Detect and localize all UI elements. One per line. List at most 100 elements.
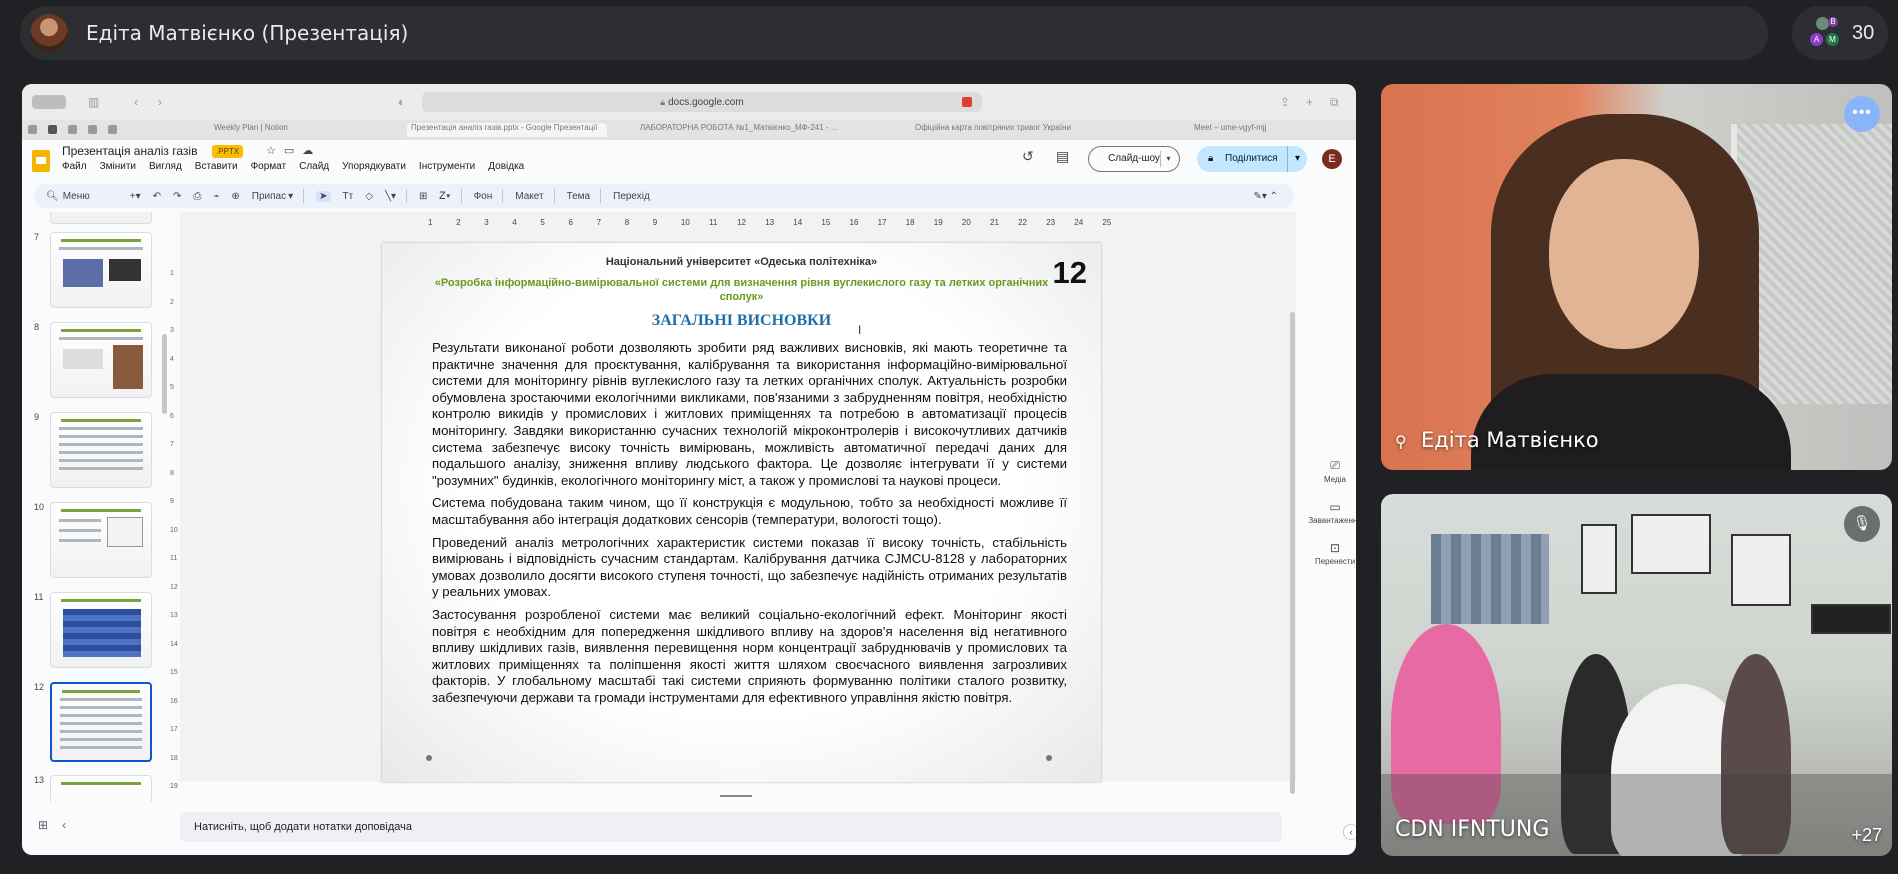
history-icon[interactable]: ↺ xyxy=(1022,148,1034,165)
tab-lab-work[interactable]: ЛАБОРАТОРНА РОБОТА №1_Матвієнко_МФ-241 -… xyxy=(640,123,840,137)
share-icon[interactable]: ⇪ xyxy=(1280,95,1294,109)
pinned-tab-icon[interactable] xyxy=(48,125,57,134)
screen-record-icon[interactable] xyxy=(962,97,972,107)
slide-thumbnail-row-selected[interactable]: 12 xyxy=(22,682,162,762)
pinned-tab-icon[interactable] xyxy=(68,125,77,134)
current-slide[interactable]: Національний університет «Одеська політе… xyxy=(382,243,1101,782)
sidebar-icon[interactable]: ▥ xyxy=(88,95,102,109)
ruler-tick-label: 14 xyxy=(793,218,803,227)
menu-tools[interactable]: Інструменти xyxy=(419,161,475,172)
pinned-tab-icon[interactable] xyxy=(28,125,37,134)
filmstrip-scrollbar[interactable] xyxy=(162,334,167,414)
slide-thumbnail-row[interactable]: 13 xyxy=(22,775,162,802)
notes-resize-handle[interactable] xyxy=(720,795,752,797)
slide-thumbnail[interactable] xyxy=(50,322,152,398)
address-bar[interactable]: 🔒︎ docs.google.com xyxy=(422,92,982,112)
tab-overview-icon[interactable]: ⧉ xyxy=(1330,95,1344,109)
ruler-tick-label: 16 xyxy=(849,218,859,227)
slides-logo-icon[interactable] xyxy=(32,150,50,172)
background-button[interactable]: Фон xyxy=(474,191,493,202)
cloud-icon[interactable]: ☁ xyxy=(302,145,321,157)
slide-thumbnail[interactable] xyxy=(50,412,152,488)
print-icon[interactable]: ⎙ xyxy=(193,191,201,202)
share-button[interactable]: 🔒︎ Поділитися ▾ xyxy=(1197,146,1307,172)
media-button[interactable]: ⎚ Медіа xyxy=(1307,458,1356,484)
text-box-icon[interactable]: Tт xyxy=(343,191,354,202)
layout-button[interactable]: Макет xyxy=(515,191,543,202)
fit-dropdown-icon[interactable]: ▾ xyxy=(288,191,293,202)
folder-icon[interactable]: ▭ xyxy=(284,145,302,157)
tab-notion[interactable]: Weekly Plan | Notion xyxy=(214,123,334,137)
tab-slides[interactable]: Презентація аналіз газів.pptx - Google П… xyxy=(407,123,607,137)
slide-thumbnail-row[interactable]: 10 xyxy=(22,502,162,582)
theme-button[interactable]: Тема xyxy=(567,191,591,202)
line-icon[interactable]: ╲▾ xyxy=(385,191,396,202)
tab-air-raid-map[interactable]: Офіційна карта повітряних тривог України xyxy=(915,123,1115,137)
redo-icon[interactable]: ↷ xyxy=(173,191,181,202)
ruler-tick-label: 9 xyxy=(652,218,658,227)
slide-thumbnail-row[interactable]: 11 xyxy=(22,592,162,672)
account-avatar[interactable]: E xyxy=(1322,149,1342,169)
collapse-filmstrip-icon[interactable]: ‹ xyxy=(62,818,80,832)
undo-icon[interactable]: ↶ xyxy=(153,191,161,202)
menu-format[interactable]: Формат xyxy=(251,161,287,172)
forward-icon[interactable]: › xyxy=(158,95,172,109)
canvas-scrollbar[interactable] xyxy=(1290,312,1295,794)
side-panel: ⎚ Медіа ▭ Завантаження ⊡ Перенести xyxy=(1307,458,1356,582)
menu-arrange[interactable]: Упорядкувати xyxy=(342,161,406,172)
menu-insert[interactable]: Вставити xyxy=(195,161,238,172)
folder-icon: ▭ xyxy=(1329,500,1341,514)
fit-select[interactable]: Припас xyxy=(252,191,286,202)
share-dropdown[interactable]: ▾ xyxy=(1287,146,1307,172)
people-button[interactable]: B A M 30 xyxy=(1792,6,1888,60)
menu-help[interactable]: Довідка xyxy=(488,161,524,172)
slide-thumbnail-row[interactable]: 9 xyxy=(22,412,162,492)
slide-thumbnail-current[interactable] xyxy=(50,682,152,762)
shape-icon[interactable]: ◇ xyxy=(365,191,373,202)
slide-thumbnail[interactable] xyxy=(50,502,152,578)
slide-thumbnail[interactable] xyxy=(50,775,152,802)
more-participants-count[interactable]: +27 xyxy=(1851,825,1882,846)
zoom-icon[interactable]: ⊕ xyxy=(231,191,239,202)
text-format-icon[interactable]: Ꮓ▾ xyxy=(439,191,450,202)
pinned-tab-icon[interactable] xyxy=(108,125,117,134)
grid-view-icon[interactable]: ⊞ xyxy=(38,818,62,832)
new-tab-icon[interactable]: + xyxy=(1306,95,1320,109)
slide-thumbnail[interactable] xyxy=(50,592,152,668)
slide-thumbnail-row[interactable]: 7 xyxy=(22,232,162,312)
pen-icon[interactable]: ✎▾ ⌃ xyxy=(1253,191,1278,202)
menu-view[interactable]: Вигляд xyxy=(149,161,182,172)
slide-thumbnail-row[interactable]: 8 xyxy=(22,322,162,402)
more-options-icon[interactable]: ••• xyxy=(1844,96,1880,132)
pinned-tab-icon[interactable] xyxy=(88,125,97,134)
transition-button[interactable]: Перехід xyxy=(613,191,650,202)
slide-thumbnail[interactable] xyxy=(50,212,152,224)
slide-thumbnail[interactable] xyxy=(50,232,152,308)
downloads-button[interactable]: ▭ Завантаження xyxy=(1307,500,1356,525)
search-icon[interactable]: 🔍︎ xyxy=(46,191,59,202)
back-icon[interactable]: ‹ xyxy=(134,95,148,109)
window-controls[interactable] xyxy=(32,95,66,109)
star-icon[interactable]: ☆ xyxy=(266,145,284,157)
ruler-tick-label: 16 xyxy=(170,697,178,705)
speaker-notes[interactable]: Натисніть, щоб додати нотатки доповідача xyxy=(180,812,1282,842)
participant-count: 30 xyxy=(1852,21,1875,44)
comment-icon[interactable]: ⊞ xyxy=(419,191,427,202)
document-title[interactable]: Презентація аналіз газів xyxy=(62,144,197,158)
participant-tile-edita[interactable]: ••• ⚲ Едіта Матвієнко xyxy=(1381,84,1892,470)
new-slide-icon[interactable]: +▾ xyxy=(130,191,141,202)
tab-meet[interactable]: Meet – ume-vgyf-mjj xyxy=(1194,123,1294,137)
menu-slide[interactable]: Слайд xyxy=(299,161,329,172)
slideshow-dropdown[interactable]: ▾ xyxy=(1160,151,1176,167)
menu-file[interactable]: Файл xyxy=(62,161,87,172)
transfer-button[interactable]: ⊡ Перенести xyxy=(1307,541,1356,566)
paint-format-icon[interactable]: ⌁ xyxy=(213,191,219,202)
participant-tile-cdn[interactable]: 🎙︎ CDN IFNTUNG +27 xyxy=(1381,494,1892,856)
select-tool-icon[interactable]: ➤ xyxy=(316,190,331,202)
title-actions: ☆▭☁ xyxy=(266,144,321,157)
collapse-side-panel-icon[interactable]: ‹ xyxy=(1343,824,1356,840)
shield-icon[interactable]: ◐ xyxy=(398,95,412,109)
menu-search[interactable]: Меню xyxy=(63,191,90,202)
comments-icon[interactable]: ▤ xyxy=(1056,148,1069,165)
menu-edit[interactable]: Змінити xyxy=(100,161,136,172)
